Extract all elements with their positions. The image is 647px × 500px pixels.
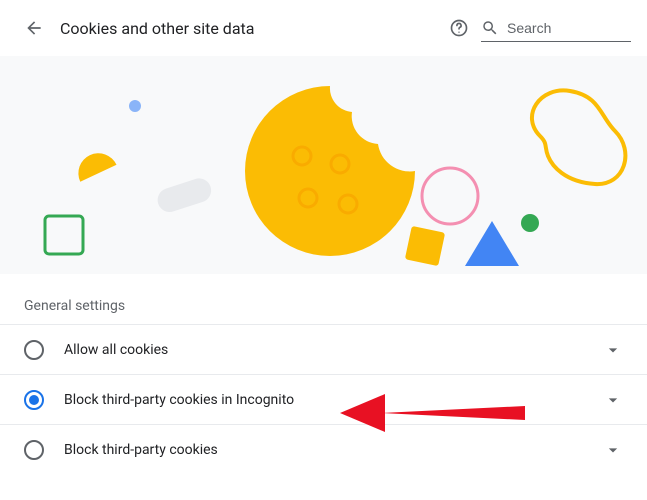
expand-block-third-party[interactable] [603, 440, 623, 460]
option-label: Allow all cookies [64, 342, 603, 358]
chevron-down-icon [603, 440, 623, 460]
search-icon [481, 19, 499, 37]
hero-illustration [0, 56, 647, 274]
back-arrow-icon [24, 18, 44, 38]
back-button[interactable] [16, 10, 52, 46]
search-input[interactable] [507, 20, 631, 36]
help-button[interactable] [441, 10, 477, 46]
option-allow-all[interactable]: Allow all cookies [0, 324, 647, 374]
expand-block-incognito[interactable] [603, 390, 623, 410]
page-title: Cookies and other site data [60, 19, 441, 38]
radio-block-third-party[interactable] [24, 440, 44, 460]
option-block-third-party[interactable]: Block third-party cookies [0, 424, 647, 474]
chevron-down-icon [603, 390, 623, 410]
option-block-incognito[interactable]: Block third-party cookies in Incognito [0, 374, 647, 424]
option-label: Block third-party cookies in Incognito [64, 392, 603, 408]
expand-allow-all[interactable] [603, 340, 623, 360]
search-field[interactable] [481, 15, 631, 42]
radio-allow-all[interactable] [24, 340, 44, 360]
section-label: General settings [0, 274, 647, 324]
help-icon [449, 18, 469, 38]
option-label: Block third-party cookies [64, 442, 603, 458]
radio-block-incognito[interactable] [24, 390, 44, 410]
chevron-down-icon [603, 340, 623, 360]
header: Cookies and other site data [0, 0, 647, 56]
